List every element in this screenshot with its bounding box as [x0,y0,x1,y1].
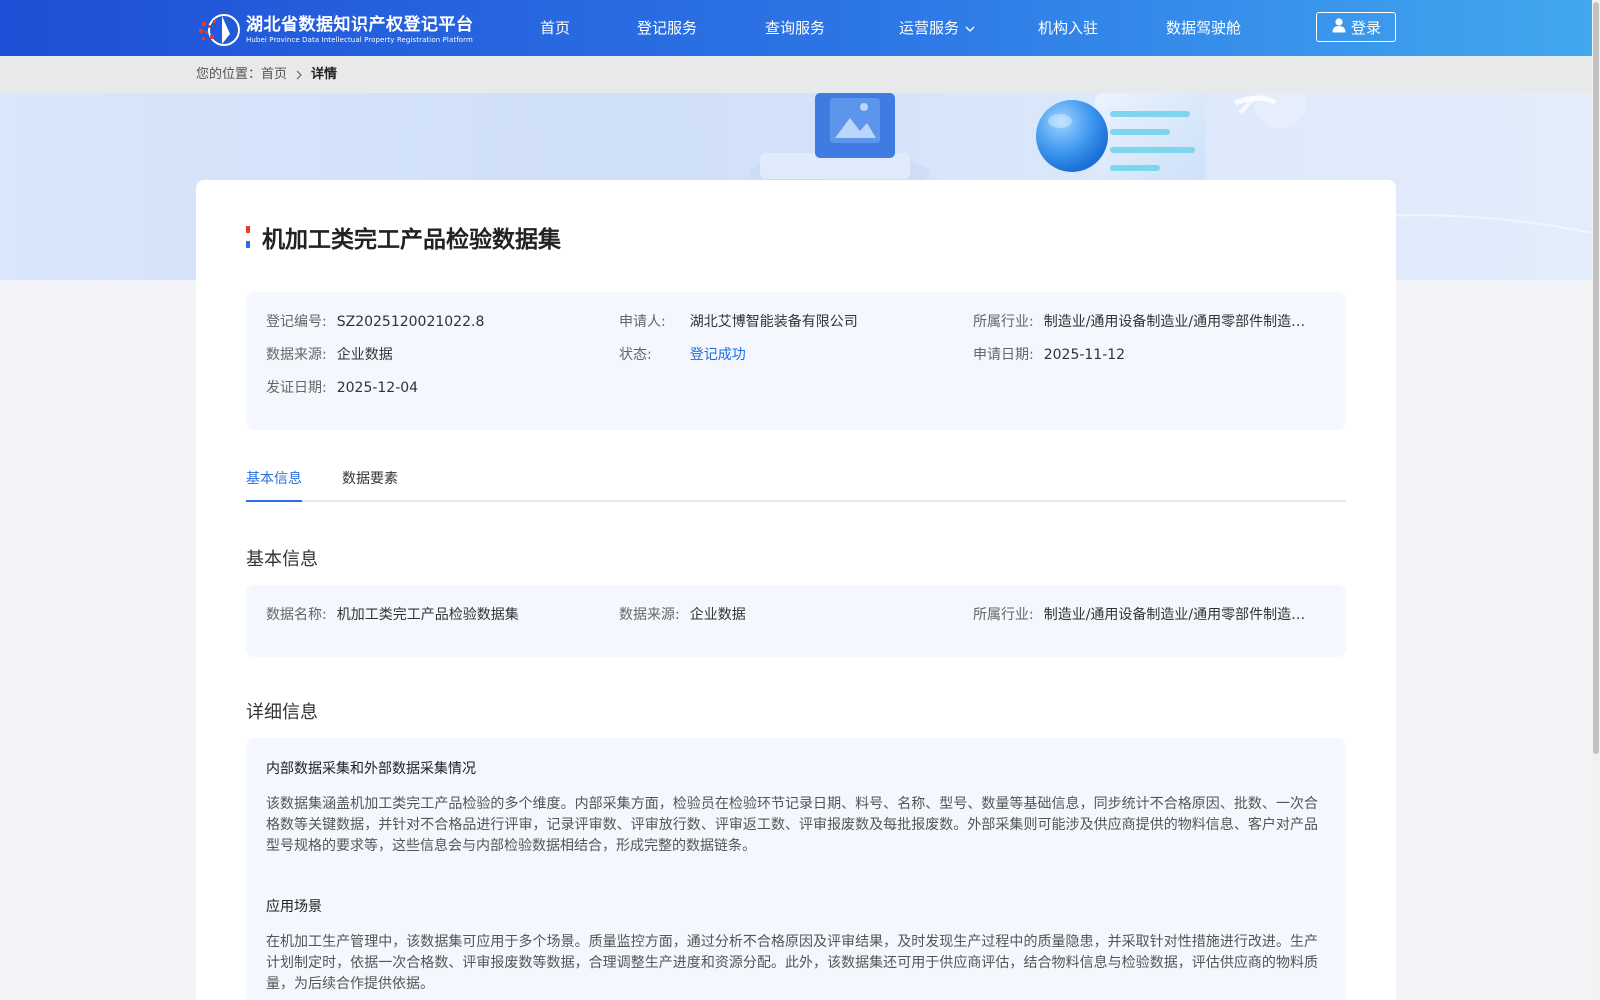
industry-value: 制造业/通用设备制造业/通用零部件制造/其他通用零部件制造 [1043,314,1306,330]
nav-item-registration[interactable]: 登记服务 [637,0,697,56]
page-title: 机加工类完工产品检验数据集 [262,227,561,253]
page-scrollbar[interactable] [1592,0,1600,1000]
status-field: 状态: 登记成功 [619,345,746,365]
source-field: 数据来源: 企业数据 [266,345,393,365]
logo-title: 湖北省数据知识产权登记平台 [246,15,474,35]
basic-source-field: 数据来源: 企业数据 [619,605,746,625]
tab-basic-info[interactable]: 基本信息 [246,468,302,502]
detail-info-panel: 内部数据采集和外部数据采集情况 该数据集涵盖机加工类完工产品检验的多个维度。内部… [246,738,1346,1000]
nav-item-institution[interactable]: 机构入驻 [1038,0,1098,56]
basic-source-value: 企业数据 [689,607,746,623]
title-row: 机加工类完工产品检验数据集 [246,220,561,254]
source-value: 企业数据 [336,347,393,363]
tab-data-elements[interactable]: 数据要素 [342,468,398,502]
top-header: 湖北省数据知识产权登记平台 Hubei Province Data Intell… [0,0,1592,56]
basic-source-label: 数据来源: [619,607,680,623]
reg-no-value: SZ2025120021022.8 [336,314,485,330]
breadcrumb-prefix: 您的位置： [196,67,262,82]
scenario-title: 应用场景 [266,899,322,915]
nav-item-home[interactable]: 首页 [540,0,570,56]
title-accent-icon [246,226,250,248]
nav-item-operations-label: 运营服务 [899,19,960,37]
logo-subtitle: Hubei Province Data Intellectual Propert… [246,36,473,44]
basic-industry-value: 制造业/通用设备制造业/通用零部件制造/其他通用零部件制造 [1043,607,1306,623]
data-name-value: 机加工类完工产品检验数据集 [336,607,519,623]
apply-date-field: 申请日期: 2025-11-12 [973,345,1125,365]
chevron-down-icon [965,1,975,57]
logo-emblem-icon [196,12,244,48]
detail-section-title: 详细信息 [246,702,318,723]
apply-date-value: 2025-11-12 [1043,347,1126,363]
status-badge[interactable]: 登记成功 [690,345,746,365]
breadcrumb-current: 详情 [311,67,338,82]
login-button[interactable]: 登录 [1316,12,1396,42]
issue-date-field: 发证日期: 2025-12-04 [266,378,418,398]
issue-date-value: 2025-12-04 [336,380,419,396]
detail-card: 机加工类完工产品检验数据集 登记编号: SZ2025120021022.8 申请… [196,180,1396,1000]
nav-item-dashboard[interactable]: 数据驾驶舱 [1166,0,1241,56]
breadcrumb-home[interactable]: 首页 [261,56,287,93]
collection-title: 内部数据采集和外部数据采集情况 [266,761,476,777]
applicant-label: 申请人: [619,314,666,330]
collection-text: 该数据集涵盖机加工类完工产品检验的多个维度。内部采集方面，检验员在检验环节记录日… [266,796,1318,854]
apply-date-label: 申请日期: [973,347,1034,363]
basic-industry-field: 所属行业: 制造业/通用设备制造业/通用零部件制造/其他通用零部件制造 [973,605,1306,625]
chevron-right-icon [295,70,303,80]
basic-section-title: 基本信息 [246,549,318,570]
basic-industry-label: 所属行业: [973,607,1034,623]
applicant-field: 申请人: 湖北艾博智能装备有限公司 [619,312,858,332]
nav-item-operations[interactable]: 运营服务 [899,0,975,57]
industry-label: 所属行业: [973,314,1034,330]
logo-text: 湖北省数据知识产权登记平台 Hubei Province Data Intell… [246,15,474,45]
scenario-text: 在机加工生产管理中，该数据集可应用于多个场景。质量监控方面，通过分析不合格原因及… [266,934,1318,992]
nav-item-query[interactable]: 查询服务 [765,0,825,56]
platform-logo[interactable]: 湖北省数据知识产权登记平台 Hubei Province Data Intell… [196,12,474,48]
basic-info-panel: 数据名称: 机加工类完工产品检验数据集 数据来源: 企业数据 所属行业: 制造业… [246,585,1346,657]
issue-date-label: 发证日期: [266,380,327,396]
reg-no-field: 登记编号: SZ2025120021022.8 [266,312,484,332]
breadcrumb-bar: 您的位置： 首页 详情 [0,56,1592,93]
reg-no-label: 登记编号: [266,314,327,330]
login-label: 登录 [1350,18,1381,37]
applicant-value: 湖北艾博智能装备有限公司 [689,314,858,330]
detail-tabs: 基本信息 数据要素 [246,468,1346,502]
data-name-label: 数据名称: [266,607,327,623]
breadcrumb: 您的位置： 首页 详情 [196,56,337,93]
data-name-field: 数据名称: 机加工类完工产品检验数据集 [266,605,519,625]
source-label: 数据来源: [266,347,327,363]
user-icon [1331,17,1347,37]
industry-field: 所属行业: 制造业/通用设备制造业/通用零部件制造/其他通用零部件制造 [973,312,1306,332]
summary-panel: 登记编号: SZ2025120021022.8 申请人: 湖北艾博智能装备有限公… [246,292,1346,430]
scrollbar-thumb[interactable] [1593,2,1599,754]
status-label: 状态: [619,347,652,363]
